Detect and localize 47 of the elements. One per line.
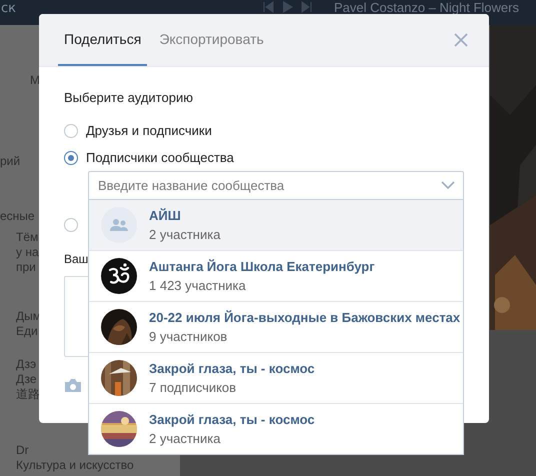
previous-icon[interactable] bbox=[263, 1, 274, 13]
feed-text: Дзе bbox=[16, 372, 37, 387]
community-item[interactable]: Закрой глаза, ты - космос 2 участника bbox=[89, 403, 463, 454]
community-name: АЙШ bbox=[149, 208, 182, 223]
member-count: 2 участника bbox=[149, 431, 222, 446]
community-name: Закрой глаза, ты - космос bbox=[149, 412, 315, 427]
play-icon[interactable] bbox=[282, 1, 293, 13]
community-item[interactable]: АЙШ 2 участника bbox=[89, 200, 463, 250]
track-title: Pavel Costanzo – Night Flowers bbox=[334, 1, 519, 14]
community-name: Аштанга Йога Школа Екатеринбург bbox=[149, 259, 375, 274]
radio-button[interactable] bbox=[64, 218, 78, 232]
member-count: 1 423 участника bbox=[149, 278, 247, 293]
feed-text: при bbox=[16, 260, 36, 275]
group-avatar-icon bbox=[101, 207, 137, 243]
community-name: Закрой глаза, ты - космос bbox=[149, 361, 315, 376]
feed-text: М bbox=[30, 73, 40, 88]
member-count: 9 участников bbox=[149, 329, 228, 344]
chevron-down-icon bbox=[441, 181, 455, 190]
feed-text: 道路 bbox=[16, 387, 40, 402]
tab[interactable]: Экспортировать bbox=[153, 14, 270, 66]
feed-text: Тём bbox=[16, 230, 38, 245]
feed-text: Дзэ bbox=[16, 357, 36, 372]
tab[interactable]: Поделиться bbox=[58, 14, 148, 66]
feed-text: есные bbox=[0, 209, 35, 224]
community-item[interactable]: 20-22 июля Йога-выходные в Бажовских местах 9 участников bbox=[89, 301, 463, 352]
field-label: Ваш bbox=[64, 252, 88, 266]
close-icon[interactable] bbox=[453, 32, 469, 48]
feed-text: Культура и искусство bbox=[16, 458, 134, 473]
radio-button[interactable] bbox=[64, 150, 78, 164]
feed-text: рий bbox=[0, 154, 20, 169]
search-text: ск bbox=[1, 1, 17, 16]
community-item[interactable]: Закрой глаза, ты - космос 7 подписчиков bbox=[89, 352, 463, 403]
radio-label: Друзья и подписчики bbox=[86, 123, 212, 138]
feed-text: Еди bbox=[16, 324, 38, 339]
community-item[interactable]: Аштанга Йога Школа Екатеринбург 1 423 участника bbox=[89, 250, 463, 301]
community-name: 20-22 июля Йога-выходные в Бажовских местах bbox=[149, 310, 460, 325]
next-icon[interactable] bbox=[301, 1, 312, 13]
community-search-field[interactable]: Введите название сообщества bbox=[88, 171, 464, 200]
radio-label: Подписчики сообщества bbox=[86, 150, 234, 165]
member-count: 2 участника bbox=[149, 227, 220, 242]
radio-button[interactable] bbox=[64, 124, 78, 138]
camera-icon[interactable] bbox=[64, 377, 82, 393]
feed-text: Dr bbox=[16, 443, 29, 458]
section-label: Выберите аудиторию bbox=[64, 90, 194, 105]
symbol-icon bbox=[101, 258, 137, 294]
feed-text: у на bbox=[16, 245, 39, 260]
member-count: 7 подписчиков bbox=[149, 380, 238, 395]
